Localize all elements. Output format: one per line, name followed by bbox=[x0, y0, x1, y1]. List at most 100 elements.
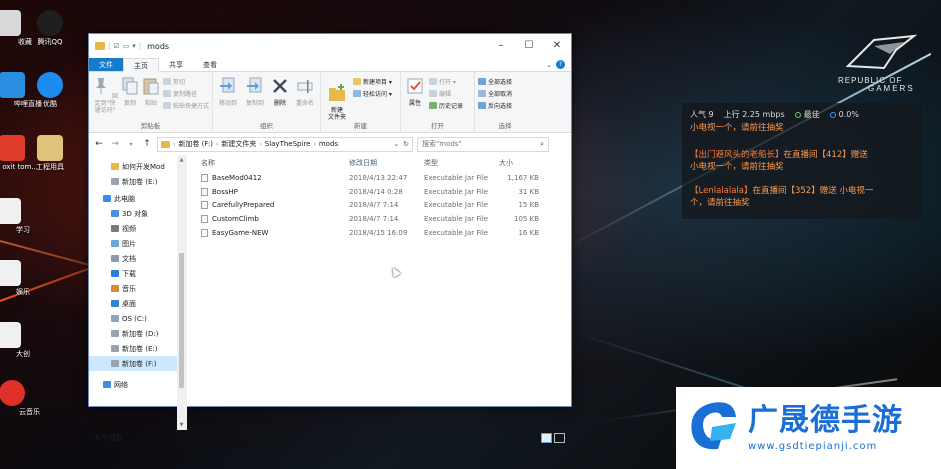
history-button[interactable]: 历史记录 bbox=[429, 101, 463, 110]
document-icon bbox=[0, 322, 21, 348]
chevron-right-icon[interactable]: › bbox=[173, 141, 175, 148]
history-clock-icon bbox=[429, 102, 437, 109]
new-item-button[interactable]: 新建项目 ▾ bbox=[353, 77, 392, 86]
file-row[interactable]: BaseMod0412 2018/4/13 22:47 Executable J… bbox=[187, 171, 571, 185]
file-row[interactable]: CustomClimb 2018/4/7 7:14 Executable Jar… bbox=[187, 212, 571, 226]
properties-qat-icon[interactable]: ☑ bbox=[113, 42, 119, 50]
nav-item-desktop[interactable]: 桌面 bbox=[89, 296, 186, 311]
nav-item-drive-d[interactable]: 新加卷 (D:) bbox=[89, 326, 186, 341]
back-arrow-icon[interactable]: ← bbox=[93, 139, 105, 149]
column-header-name[interactable]: 名称 bbox=[187, 158, 349, 168]
new-folder-qat-icon[interactable]: ▭ bbox=[123, 42, 130, 50]
desktop-icon-tools[interactable]: 工程用具 bbox=[20, 135, 80, 172]
desktop-icon-label: 工程用具 bbox=[36, 163, 64, 171]
file-row[interactable]: EasyGame-NEW 2018/4/15 16:09 Executable … bbox=[187, 226, 571, 240]
file-row[interactable]: CarefullyPrepared 2018/4/7 7:14 Executab… bbox=[187, 198, 571, 212]
new-folder-icon bbox=[329, 84, 345, 101]
nav-item-videos[interactable]: 视频 bbox=[89, 221, 186, 236]
drive-icon bbox=[111, 360, 119, 367]
tab-view[interactable]: 查看 bbox=[193, 58, 227, 71]
chevron-right-icon[interactable]: › bbox=[259, 141, 261, 148]
column-headers: 名称 修改日期 类型 大小 bbox=[187, 155, 571, 171]
desktop-icon-dachuang[interactable]: 大创 bbox=[0, 322, 38, 359]
brand-logo-icon bbox=[691, 402, 736, 450]
divider: | bbox=[138, 42, 142, 50]
chevron-right-icon[interactable]: › bbox=[313, 141, 315, 148]
nav-item-documents[interactable]: 文档 bbox=[89, 251, 186, 266]
window-title: mods bbox=[147, 41, 170, 51]
nav-item-music[interactable]: 音乐 bbox=[89, 281, 186, 296]
invert-selection-icon bbox=[478, 102, 486, 109]
scroll-up-icon[interactable]: ▲ bbox=[177, 157, 186, 163]
desktop-icon-entertainment[interactable]: 娱乐 bbox=[0, 260, 38, 297]
easy-access-icon bbox=[353, 90, 361, 97]
viewers-count: 9 bbox=[708, 110, 714, 119]
address-bar[interactable]: › 新加卷 (F:) › 新建文件夹 › SlayTheSpire › mods… bbox=[157, 136, 413, 152]
group-label-organize: 组织 bbox=[260, 122, 273, 130]
paste-shortcut-button[interactable]: 粘贴快捷方式 bbox=[162, 101, 209, 110]
recent-chevron-icon[interactable]: ▾ bbox=[125, 141, 137, 148]
drive-icon bbox=[111, 178, 119, 185]
rename-label: 重命名 bbox=[295, 100, 314, 107]
nav-item-downloads[interactable]: 下载 bbox=[89, 266, 186, 281]
minimize-icon[interactable]: – bbox=[487, 34, 515, 58]
paste-shortcut-label: 粘贴快捷方式 bbox=[172, 103, 209, 110]
refresh-icon[interactable]: ↻ bbox=[403, 140, 409, 148]
nav-item-this-pc[interactable]: 此电脑 bbox=[89, 191, 186, 206]
nav-item-drive-f[interactable]: 新加卷 (F:) bbox=[89, 356, 186, 371]
nav-item-drive-e2[interactable]: 新加卷 (E:) bbox=[89, 341, 186, 356]
nav-item-drive-e[interactable]: 新加卷 (E:) bbox=[89, 174, 186, 189]
nav-item-drive-c[interactable]: OS (C:) bbox=[89, 311, 186, 326]
scroll-down-icon[interactable]: ▼ bbox=[177, 422, 186, 428]
desktop-icon-youku[interactable]: 优酷 bbox=[20, 72, 80, 109]
expand-ribbon-chevron-icon[interactable]: ⌄ bbox=[546, 61, 552, 69]
close-icon[interactable]: ✕ bbox=[543, 34, 571, 58]
column-header-type[interactable]: 类型 bbox=[424, 158, 499, 168]
breadcrumb-folder2[interactable]: SlayTheSpire bbox=[265, 140, 311, 148]
column-header-date[interactable]: 修改日期 bbox=[349, 158, 424, 168]
open-button[interactable]: 打开 ▾ bbox=[429, 77, 463, 86]
address-dropdown-chevron-icon[interactable]: ⌄ bbox=[393, 140, 399, 148]
forward-arrow-icon[interactable]: → bbox=[109, 139, 121, 149]
details-view-icon[interactable] bbox=[541, 433, 552, 443]
up-arrow-icon[interactable]: ↑ bbox=[141, 139, 153, 149]
edit-button[interactable]: 编辑 bbox=[429, 89, 463, 98]
select-all-button[interactable]: 全部选择 bbox=[478, 77, 512, 86]
tab-file[interactable]: 文件 bbox=[89, 58, 123, 71]
scroll-thumb[interactable] bbox=[179, 253, 184, 388]
breadcrumb-folder3[interactable]: mods bbox=[319, 140, 338, 148]
desktop-icon-study[interactable]: 学习 bbox=[0, 198, 38, 235]
ribbon-group-organize: 移动到 复制到 删除 重命名 组织 bbox=[213, 72, 321, 132]
tab-share[interactable]: 共享 bbox=[159, 58, 193, 71]
cut-button[interactable]: 剪切 bbox=[162, 77, 209, 86]
ribbon-right-controls: ⌄ ? bbox=[546, 58, 571, 71]
nav-item-network[interactable]: 网络 bbox=[89, 377, 186, 392]
select-none-button[interactable]: 全部取消 bbox=[478, 89, 512, 98]
nav-item-3d-objects[interactable]: 3D 对象 bbox=[89, 206, 186, 221]
large-icons-view-icon[interactable] bbox=[554, 433, 565, 443]
nav-scrollbar[interactable]: ▲ ▼ bbox=[177, 155, 186, 430]
tab-home[interactable]: 主页 bbox=[123, 58, 159, 72]
invert-selection-button[interactable]: 反向选择 bbox=[478, 101, 512, 110]
customize-qat-chevron-icon[interactable]: ▾ bbox=[132, 42, 136, 50]
desktop-icon-qq[interactable]: 腾讯QQ bbox=[20, 10, 80, 47]
search-icon[interactable]: ⌕ bbox=[540, 140, 548, 149]
maximize-icon[interactable]: ☐ bbox=[515, 34, 543, 58]
desktop-icon-music[interactable]: 云音乐 bbox=[0, 380, 42, 417]
move-to-label: 移动到 bbox=[218, 100, 237, 107]
nav-item-pictures[interactable]: 图片 bbox=[89, 236, 186, 251]
chevron-right-icon[interactable]: › bbox=[216, 141, 218, 148]
nav-item-mod-dev[interactable]: 如何开发Mod bbox=[89, 159, 186, 174]
column-header-size[interactable]: 大小 bbox=[499, 158, 549, 168]
help-icon[interactable]: ? bbox=[556, 60, 565, 69]
easy-access-button[interactable]: 轻松访问 ▾ bbox=[353, 89, 392, 98]
rog-logo: REPUBLIC OF GAMERS bbox=[838, 32, 928, 93]
search-input[interactable]: 搜索"mods" ⌕ bbox=[417, 136, 549, 152]
viewers-label: 人气 bbox=[690, 110, 706, 119]
file-size: 31 KB bbox=[518, 187, 539, 196]
breadcrumb-folder1[interactable]: 新建文件夹 bbox=[221, 139, 256, 149]
file-row[interactable]: BossHP 2018/4/14 0:28 Executable Jar Fil… bbox=[187, 185, 571, 199]
breadcrumb-drive[interactable]: 新加卷 (F:) bbox=[178, 139, 213, 149]
desktop-icon-label: 云音乐 bbox=[19, 408, 40, 416]
copy-path-button[interactable]: 复制路径 bbox=[162, 89, 209, 98]
